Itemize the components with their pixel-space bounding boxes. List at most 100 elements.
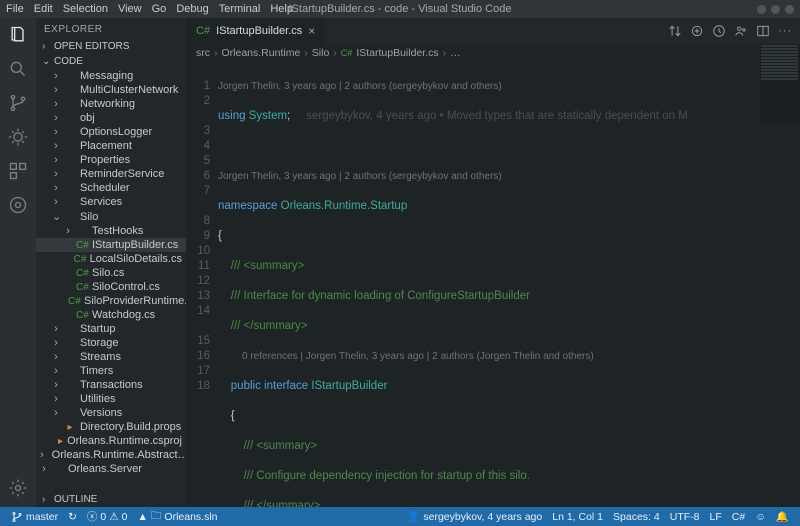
tree-folder[interactable]: ›Storage <box>36 336 186 350</box>
tree-file[interactable]: C#SiloProviderRuntime.cs <box>36 294 186 308</box>
menu-debug[interactable]: Debug <box>176 3 208 15</box>
activity-explorer[interactable] <box>7 24 29 46</box>
status-blame[interactable]: 👤 sergeybykov, 4 years ago <box>402 510 547 523</box>
section-open-editors[interactable]: ›OPEN EDITORS <box>36 39 186 54</box>
menu-go[interactable]: Go <box>152 3 167 15</box>
tree-item-label: TestHooks <box>92 225 143 237</box>
tab-istartupbuilder[interactable]: C# IStartupBuilder.cs × <box>186 18 326 44</box>
sync-icon: ↻ <box>68 511 77 523</box>
tree-file[interactable]: C#SiloControl.cs <box>36 280 186 294</box>
tree-file[interactable]: C#IStartupBuilder.cs <box>36 238 186 252</box>
breadcrumb-item[interactable]: Orleans.Runtime <box>222 47 301 59</box>
timeline-icon[interactable] <box>712 24 726 38</box>
title-bar: File Edit Selection View Go Debug Termin… <box>0 0 800 18</box>
warning-icon: ⚠ <box>109 511 118 523</box>
activity-scm[interactable] <box>7 92 29 114</box>
tree-folder[interactable]: ›Scheduler <box>36 181 186 195</box>
tree-file[interactable]: ▸Directory.Build.props <box>36 420 186 434</box>
split-icon[interactable] <box>756 24 770 38</box>
code-editor[interactable]: 12 34567 891011121314 15161718 Jorgen Th… <box>186 62 800 507</box>
activity-extensions[interactable] <box>7 160 29 182</box>
status-notifications[interactable]: 🔔 <box>771 510 794 523</box>
tree-folder[interactable]: ›Services <box>36 195 186 209</box>
codelens[interactable]: Jorgen Thelin, 3 years ago | 2 authors (… <box>218 169 800 184</box>
tree-folder[interactable]: ›Properties <box>36 153 186 167</box>
search-icon <box>8 59 28 79</box>
minimap[interactable] <box>758 44 800 124</box>
tree-item-label: IStartupBuilder.cs <box>92 239 178 251</box>
tree-folder[interactable]: ›TestHooks <box>36 224 186 238</box>
tree-folder[interactable]: ›MultiClusterNetwork <box>36 83 186 97</box>
tree-item-label: Transactions <box>80 379 143 391</box>
activity-debug[interactable] <box>7 126 29 148</box>
menu-selection[interactable]: Selection <box>63 3 108 15</box>
breadcrumb[interactable]: src› Orleans.Runtime› Silo› C# IStartupB… <box>186 44 800 62</box>
code-content[interactable]: Jorgen Thelin, 3 years ago | 2 authors (… <box>218 62 800 507</box>
menu-file[interactable]: File <box>6 3 24 15</box>
tree-item-label: Orleans.Runtime.csproj <box>67 435 182 447</box>
section-code[interactable]: ⌄CODE <box>36 54 186 69</box>
file-tree[interactable]: ›Messaging›MultiClusterNetwork›Networkin… <box>36 69 186 492</box>
status-solution[interactable]: ▲ 🗀 Orleans.sln <box>133 508 223 526</box>
close-icon[interactable]: × <box>308 24 315 38</box>
breadcrumb-item[interactable]: Silo <box>312 47 330 59</box>
tree-folder[interactable]: ›Timers <box>36 364 186 378</box>
tree-file[interactable]: C#LocalSiloDetails.cs <box>36 252 186 266</box>
status-branch-label: master <box>26 511 58 523</box>
codelens[interactable]: 0 references | Jorgen Thelin, 3 years ag… <box>218 349 800 364</box>
status-language[interactable]: C# <box>727 510 750 523</box>
close-window-button[interactable] <box>785 5 794 14</box>
tree-folder[interactable]: ›Versions <box>36 406 186 420</box>
activity-search[interactable] <box>7 58 29 80</box>
compare-icon[interactable] <box>668 24 682 38</box>
menu-terminal[interactable]: Terminal <box>219 3 261 15</box>
tree-folder[interactable]: ›Streams <box>36 350 186 364</box>
menu-help[interactable]: Help <box>270 3 293 15</box>
tree-file[interactable]: ▸Orleans.Runtime.csproj <box>36 434 186 448</box>
tree-file[interactable]: C#Watchdog.cs <box>36 308 186 322</box>
status-feedback[interactable]: ☺ <box>750 510 771 523</box>
tree-folder[interactable]: ›OptionsLogger <box>36 125 186 139</box>
tab-label: IStartupBuilder.cs <box>216 25 302 37</box>
authors-icon[interactable] <box>734 24 748 38</box>
app-menu: File Edit Selection View Go Debug Termin… <box>6 3 293 15</box>
tree-folder[interactable]: ›Messaging <box>36 69 186 83</box>
breadcrumb-item[interactable]: … <box>450 47 461 59</box>
tree-folder[interactable]: ›Startup <box>36 322 186 336</box>
status-encoding[interactable]: UTF-8 <box>665 510 705 523</box>
tree-folder[interactable]: ⌄Silo <box>36 209 186 224</box>
tree-file[interactable]: C#Silo.cs <box>36 266 186 280</box>
status-problems[interactable]: ⓧ0 ⚠0 <box>82 509 133 524</box>
csharp-icon: C# <box>76 282 88 293</box>
bug-icon <box>8 127 28 147</box>
status-indent[interactable]: Spaces: 4 <box>608 510 665 523</box>
tree-folder[interactable]: ›Orleans.Runtime.Abstract… <box>36 448 186 462</box>
more-icon[interactable]: ··· <box>778 25 792 37</box>
tree-folder[interactable]: ›Orleans.Server <box>36 462 186 476</box>
branch-icon <box>11 511 23 523</box>
tree-folder[interactable]: ›Transactions <box>36 378 186 392</box>
status-sync[interactable]: ↻ <box>63 511 82 523</box>
status-branch[interactable]: master <box>6 511 63 523</box>
maximize-button[interactable] <box>771 5 780 14</box>
menu-view[interactable]: View <box>118 3 142 15</box>
status-eol[interactable]: LF <box>704 510 726 523</box>
tree-folder[interactable]: ›Utilities <box>36 392 186 406</box>
activity-settings[interactable] <box>7 477 29 499</box>
tree-folder[interactable]: ›obj <box>36 111 186 125</box>
tree-folder[interactable]: ›ReminderService <box>36 167 186 181</box>
activity-gitlens[interactable] <box>7 194 29 216</box>
codelens[interactable]: Jorgen Thelin, 3 years ago | 2 authors (… <box>218 79 800 94</box>
minimize-button[interactable] <box>757 5 766 14</box>
status-position[interactable]: Ln 1, Col 1 <box>547 510 608 523</box>
csharp-icon: C# <box>76 310 88 321</box>
menu-edit[interactable]: Edit <box>34 3 53 15</box>
tree-item-label: Messaging <box>80 70 133 82</box>
diff-icon[interactable] <box>690 24 704 38</box>
breadcrumb-item[interactable]: IStartupBuilder.cs <box>356 47 438 59</box>
breadcrumb-item[interactable]: src <box>196 47 210 59</box>
tree-folder[interactable]: ›Placement <box>36 139 186 153</box>
tree-folder[interactable]: ›Networking <box>36 97 186 111</box>
tree-item-label: Timers <box>80 365 113 377</box>
section-outline[interactable]: ›OUTLINE <box>36 492 186 507</box>
